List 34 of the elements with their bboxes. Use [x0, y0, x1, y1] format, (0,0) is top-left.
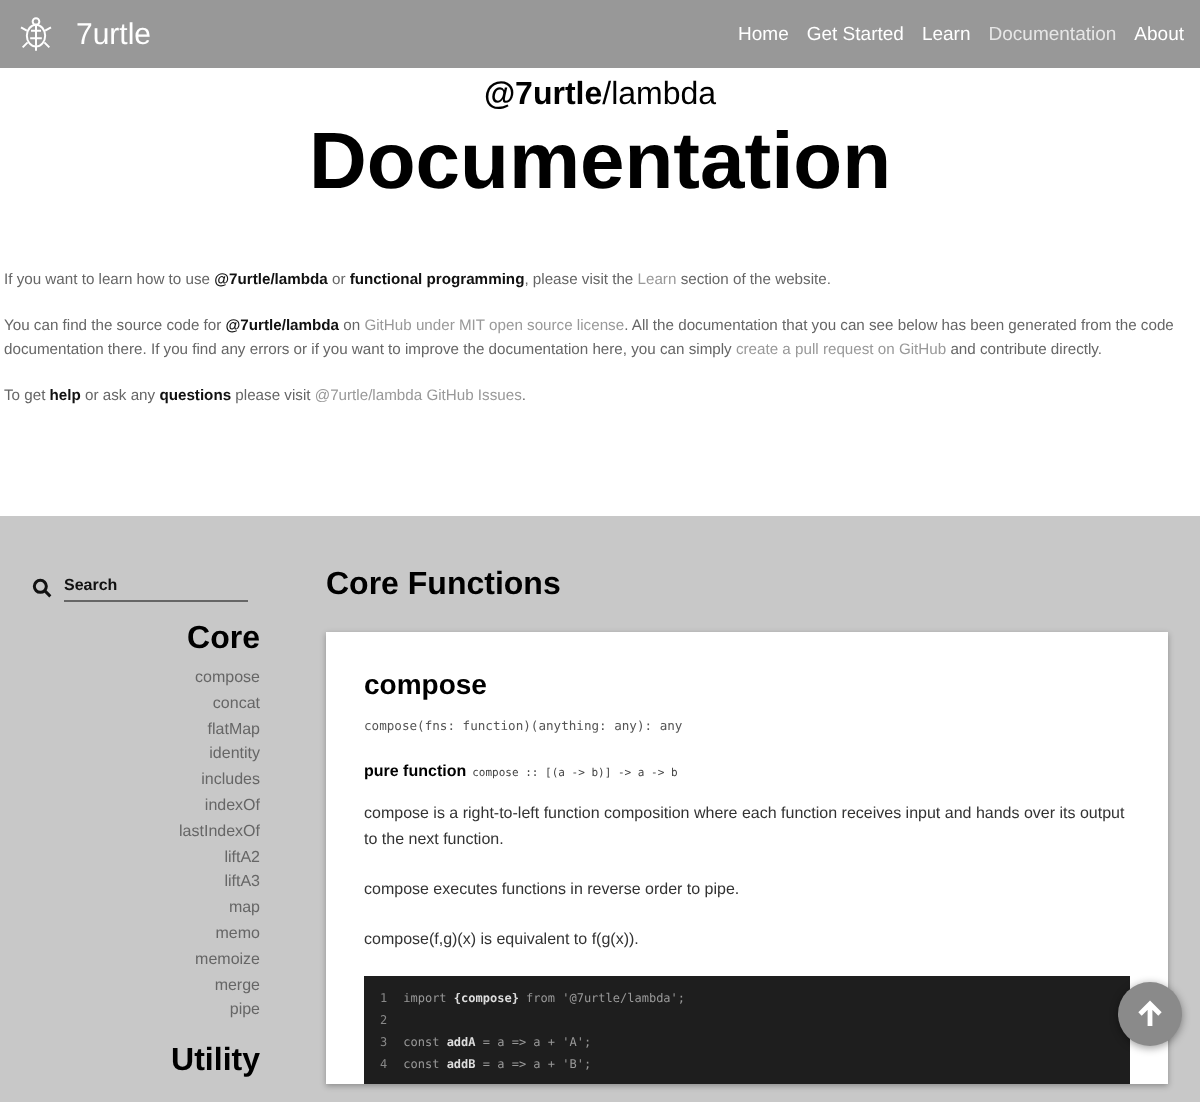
description-text: compose(f,g)(x) is equivalent to f(g(x)).	[364, 928, 641, 952]
sidebar-heading: Core	[187, 622, 260, 658]
turtle-icon[interactable]	[16, 14, 56, 54]
search-field[interactable]: Search	[32, 572, 258, 602]
sidebar-link[interactable]: compose	[195, 666, 260, 692]
sidebar-link[interactable]: liftA3	[224, 870, 260, 897]
package-name: @7urtle/lambda	[481, 78, 719, 114]
sidebar-link[interactable]: map	[228, 896, 260, 922]
sidebar-link[interactable]: pipe	[229, 998, 260, 1025]
arrow-up-icon	[1136, 1000, 1164, 1028]
brand-link[interactable]: 7urtle	[76, 17, 152, 51]
sidebar-link[interactable]: identity	[209, 742, 260, 769]
description-text: compose executes functions in reverse order to pipe.	[364, 878, 742, 902]
pure-label: pure function	[364, 762, 467, 780]
sidebar-link[interactable]: liftA2	[224, 845, 260, 871]
nav-link[interactable]: About	[1134, 23, 1184, 45]
sidebar-heading: Utility	[171, 1044, 260, 1081]
nav-link[interactable]: Get Started	[806, 23, 904, 45]
search-icon	[32, 577, 52, 597]
sidebar-link[interactable]: indexOf	[204, 793, 260, 820]
nav-link[interactable]: Learn	[921, 23, 971, 45]
section-title: Core Functions	[326, 568, 563, 604]
nav-link[interactable]: Home	[738, 23, 789, 45]
sidebar-link[interactable]: concat	[212, 691, 260, 718]
sidebar-link[interactable]: memo	[215, 921, 260, 948]
description-text: compose is a right-to-left function composition where each function receives input and hands over its output to the next function.	[364, 802, 1127, 852]
function-name: compose	[364, 668, 489, 700]
sidebar-link[interactable]: memoize	[195, 947, 260, 974]
sidebar-link[interactable]: lastIndexOf	[179, 819, 260, 846]
sidebar-link[interactable]: merge	[214, 973, 260, 999]
sidebar-link[interactable]: flatMap	[207, 717, 260, 743]
page-title: Documentation	[306, 118, 894, 208]
nav-link[interactable]: Documentation	[988, 23, 1117, 45]
sidebar-link[interactable]: includes	[201, 768, 260, 794]
